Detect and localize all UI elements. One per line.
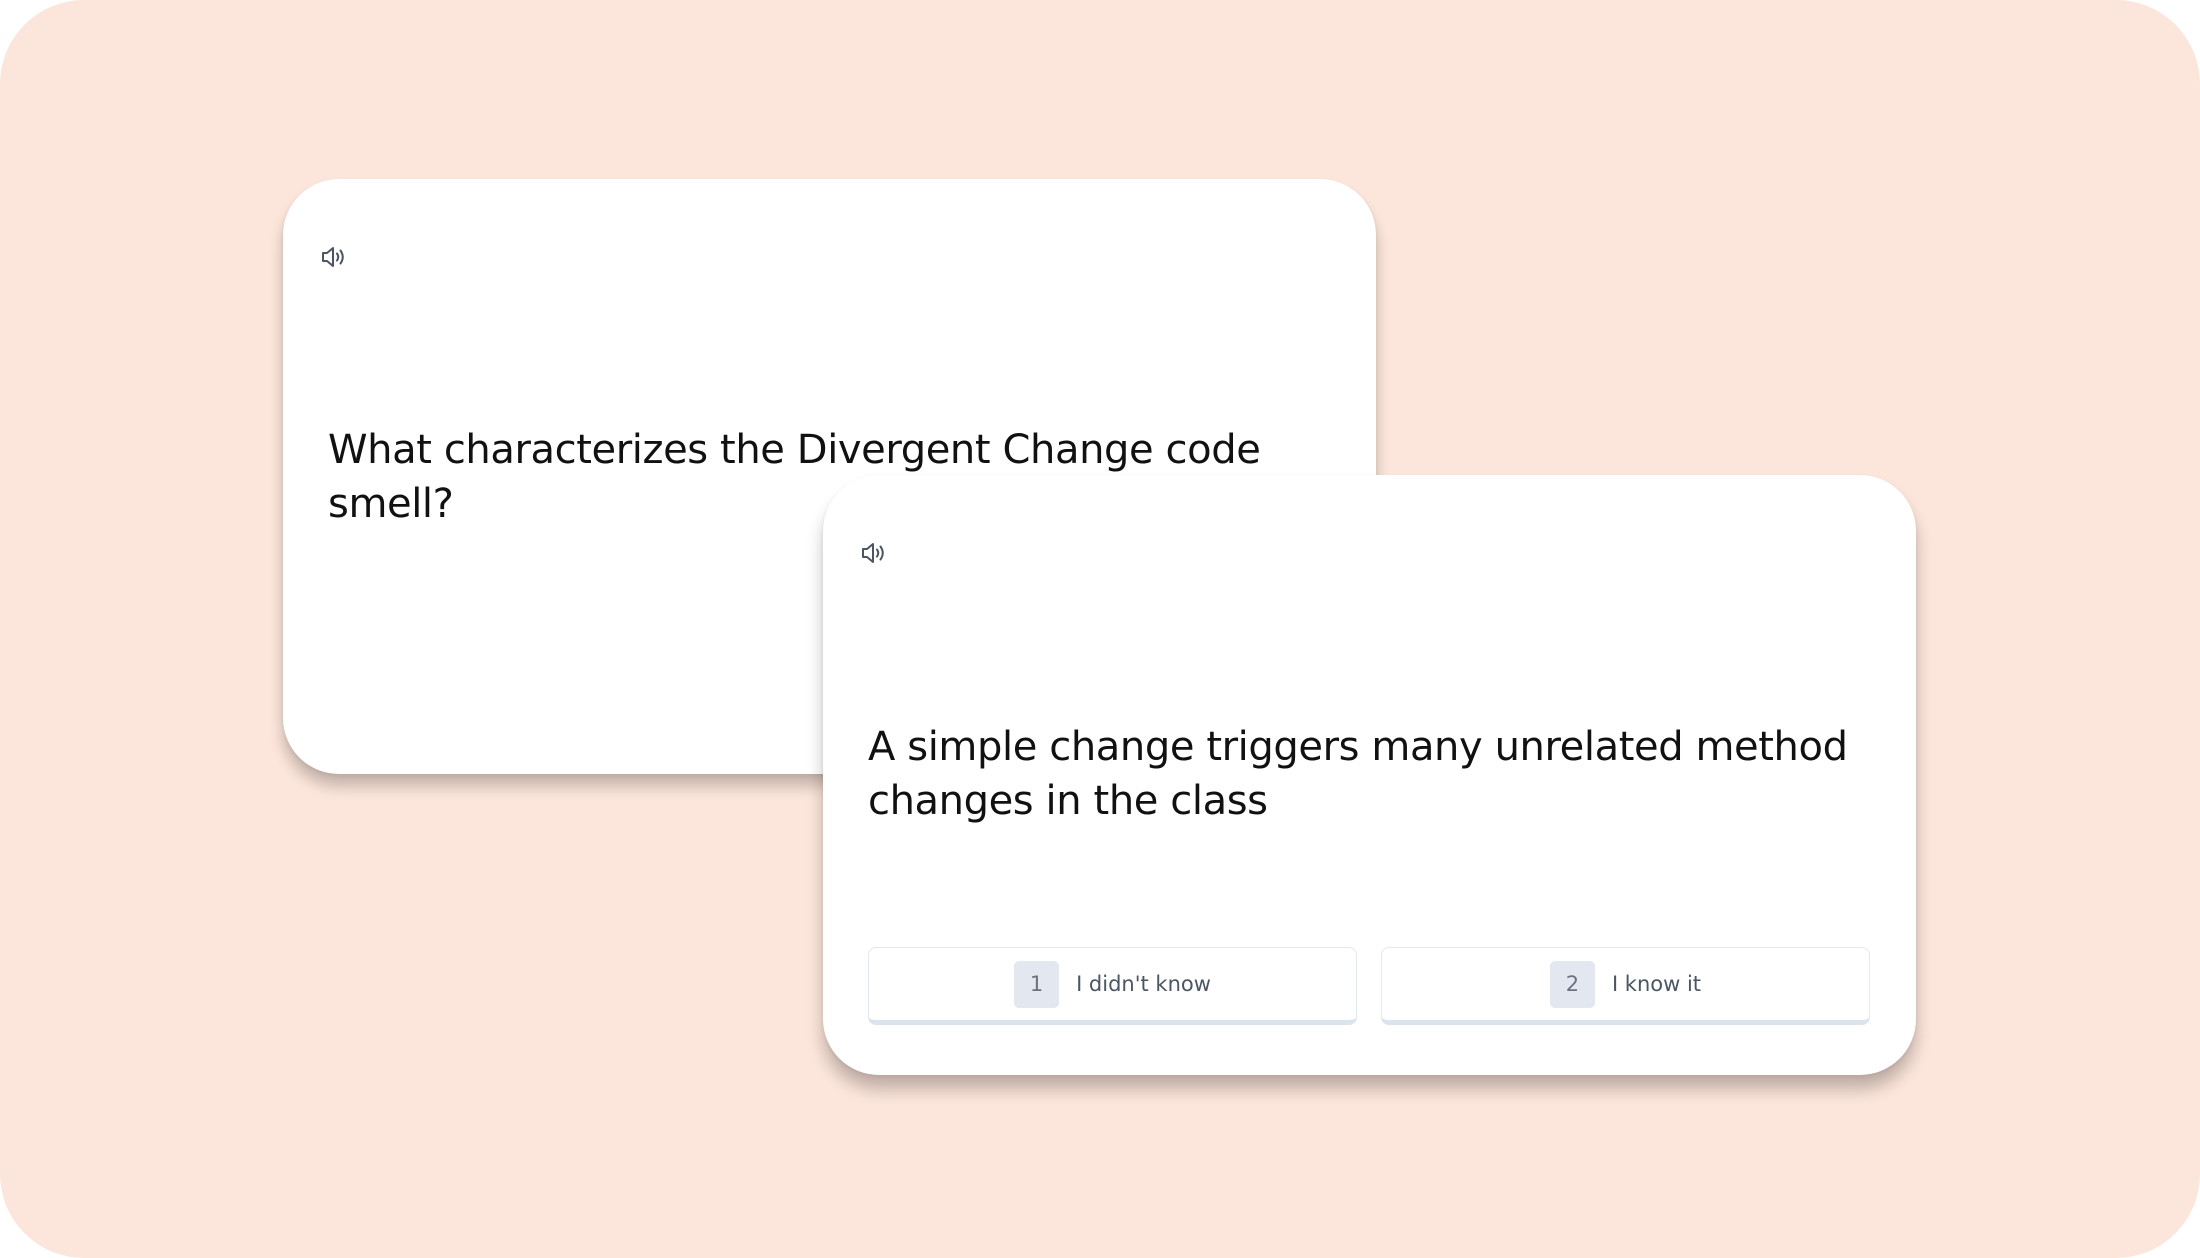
didnt-know-label: I didn't know xyxy=(1076,972,1211,996)
speaker-icon[interactable] xyxy=(318,241,350,273)
know-it-button[interactable]: 2 I know it xyxy=(1381,947,1870,1025)
background-canvas: What characterizes the Divergent Change … xyxy=(0,0,2200,1258)
shortcut-key-badge: 1 xyxy=(1014,960,1060,1008)
know-it-label: I know it xyxy=(1611,972,1702,996)
speaker-icon[interactable] xyxy=(858,537,890,569)
answer-text: A simple change triggers many unrelated … xyxy=(868,724,1848,824)
answer-card: A simple change triggers many unrelated … xyxy=(823,475,1916,1075)
shortcut-key-badge: 2 xyxy=(1549,960,1595,1008)
didnt-know-button[interactable]: 1 I didn't know xyxy=(868,947,1357,1025)
